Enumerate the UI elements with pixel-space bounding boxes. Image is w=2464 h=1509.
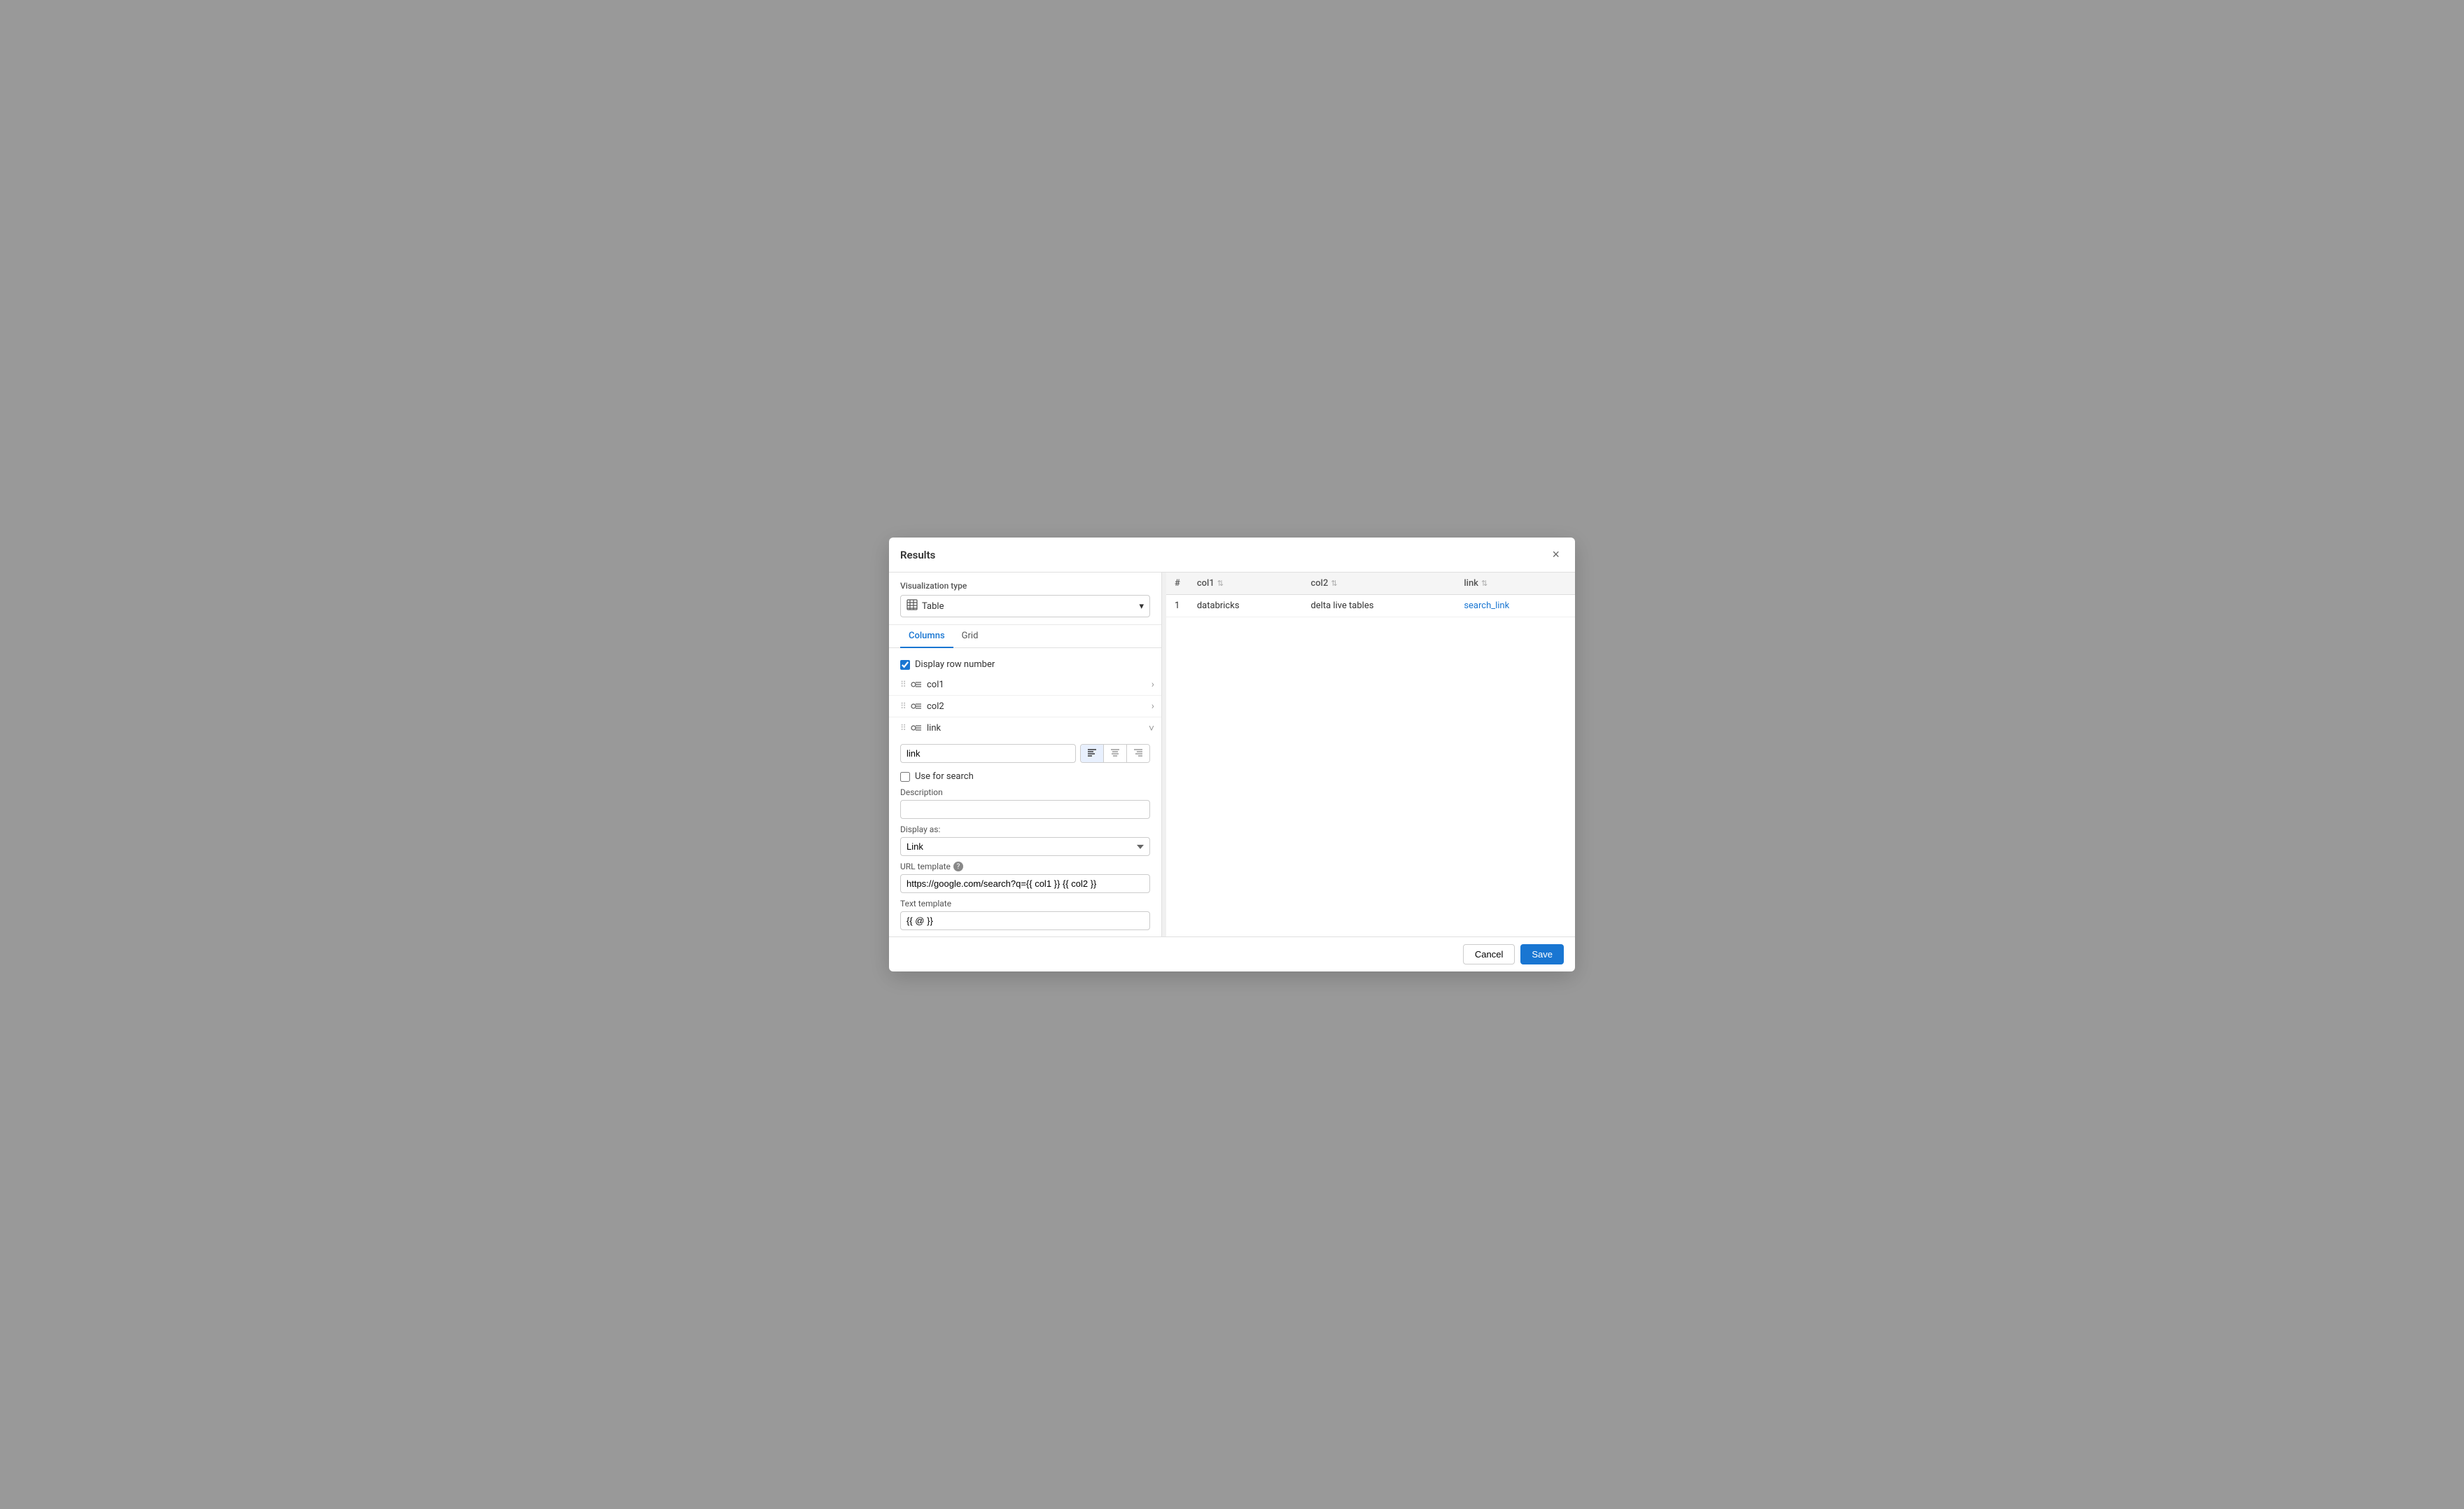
- modal-title: Results: [900, 549, 935, 561]
- link-cell-value[interactable]: search_link: [1464, 601, 1509, 611]
- table-icon: [906, 599, 918, 613]
- column-item-col1[interactable]: ⠿ col1 ›: [889, 674, 1161, 696]
- column-item-link-expanded: ⠿ link ˅: [889, 717, 1161, 936]
- modal-body: Visualization type: [889, 573, 1575, 936]
- use-for-search-checkbox[interactable]: [900, 772, 910, 782]
- left-scroll-area: Display row number ⠿: [889, 648, 1161, 936]
- th-col1: col1 ⇅: [1189, 573, 1303, 595]
- align-buttons: [1080, 744, 1150, 763]
- col2-expand-icon: ›: [1152, 701, 1154, 712]
- link-col-name: link: [927, 723, 1149, 734]
- url-template-label: URL template ?: [900, 862, 1150, 871]
- description-label: Description: [900, 787, 1150, 797]
- drag-handle-col2: ⠿: [900, 701, 906, 711]
- cancel-button[interactable]: Cancel: [1463, 944, 1515, 964]
- col2-sort-icon[interactable]: ⇅: [1331, 579, 1337, 588]
- column-item-col2[interactable]: ⠿ col2 ›: [889, 696, 1161, 717]
- align-center-button[interactable]: [1104, 745, 1127, 762]
- link-name-input[interactable]: [900, 744, 1076, 763]
- preview-table-head: # col1 ⇅ col2 ⇅: [1166, 573, 1575, 595]
- text-template-row: Text template: [900, 899, 1150, 930]
- display-row-number-label: Display row number: [915, 659, 995, 670]
- viz-type-section: Visualization type: [889, 573, 1161, 625]
- col2-name: col2: [927, 701, 1152, 712]
- viz-type-select[interactable]: Table ▾: [900, 595, 1150, 617]
- drag-handle-link: ⠿: [900, 723, 906, 733]
- right-panel: # col1 ⇅ col2 ⇅: [1166, 573, 1575, 936]
- modal-overlay: Results × Visualization type: [0, 0, 2464, 1509]
- url-template-input[interactable]: [900, 874, 1150, 893]
- name-align-row: [900, 744, 1150, 763]
- drag-handle-col1: ⠿: [900, 680, 906, 689]
- th-rownum: #: [1166, 573, 1189, 595]
- description-row: Description: [900, 787, 1150, 819]
- link-expanded-content: Use for search Description Display as:: [889, 738, 1161, 936]
- use-for-search-row: Use for search: [900, 768, 1150, 787]
- tabs-row: Columns Grid: [889, 625, 1161, 648]
- url-template-help-icon[interactable]: ?: [953, 862, 963, 871]
- align-left-button[interactable]: [1081, 745, 1104, 762]
- table-row: 1 databricks delta live tables search_li…: [1166, 595, 1575, 617]
- col1-expand-icon: ›: [1152, 679, 1154, 690]
- display-row-number-checkbox[interactable]: [900, 660, 910, 670]
- text-template-input[interactable]: [900, 911, 1150, 930]
- align-right-button[interactable]: [1127, 745, 1149, 762]
- preview-table-body: 1 databricks delta live tables search_li…: [1166, 595, 1575, 617]
- use-for-search-label: Use for search: [915, 771, 974, 782]
- col1-name: col1: [927, 680, 1152, 690]
- th-col2: col2 ⇅: [1302, 573, 1455, 595]
- col1-icon: [910, 678, 923, 691]
- row-num-cell: 1: [1166, 595, 1189, 617]
- preview-table: # col1 ⇅ col2 ⇅: [1166, 573, 1575, 617]
- col1-sort-icon[interactable]: ⇅: [1217, 579, 1224, 588]
- th-link: link ⇅: [1455, 573, 1575, 595]
- modal-header: Results ×: [889, 538, 1575, 573]
- link-cell: search_link: [1455, 595, 1575, 617]
- link-collapse-icon: ˅: [1149, 722, 1154, 734]
- display-row-number-row: Display row number: [889, 655, 1161, 674]
- results-modal: Results × Visualization type: [889, 538, 1575, 971]
- display-as-select[interactable]: Link Text Image: [900, 837, 1150, 856]
- col2-icon: [910, 700, 923, 713]
- modal-footer: Cancel Save: [889, 936, 1575, 971]
- display-as-label: Display as:: [900, 824, 1150, 834]
- viz-select-chevron: ▾: [1139, 601, 1144, 612]
- viz-type-value: Table: [922, 601, 944, 612]
- text-template-label: Text template: [900, 899, 1150, 908]
- link-icon: [910, 722, 923, 734]
- display-as-row: Display as: Link Text Image: [900, 824, 1150, 856]
- save-button[interactable]: Save: [1520, 944, 1564, 964]
- col2-cell: delta live tables: [1302, 595, 1455, 617]
- url-template-row: URL template ?: [900, 862, 1150, 893]
- tab-grid[interactable]: Grid: [953, 625, 987, 648]
- link-sort-icon[interactable]: ⇅: [1481, 579, 1488, 588]
- left-panel: Visualization type: [889, 573, 1162, 936]
- col1-cell: databricks: [1189, 595, 1303, 617]
- column-item-link[interactable]: ⠿ link ˅: [889, 717, 1161, 738]
- viz-type-label: Visualization type: [900, 581, 1150, 591]
- tab-columns[interactable]: Columns: [900, 625, 953, 648]
- close-button[interactable]: ×: [1548, 546, 1564, 563]
- description-input[interactable]: [900, 800, 1150, 819]
